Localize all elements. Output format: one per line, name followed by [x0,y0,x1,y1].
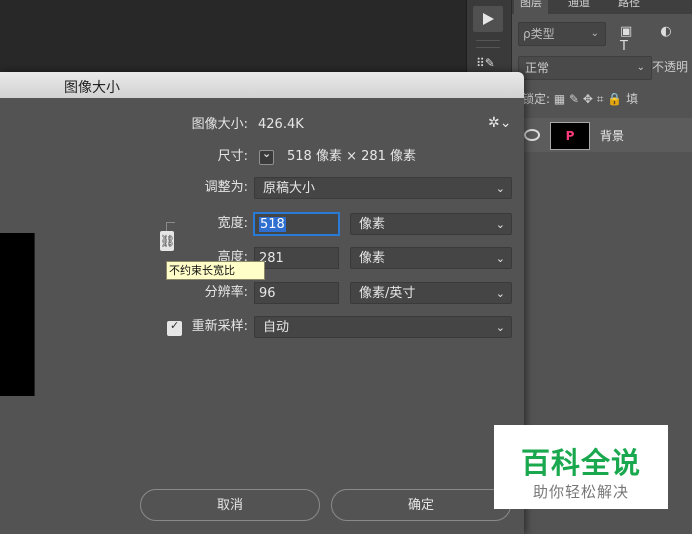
dimensions-value: 518 像素 × 281 像素 [287,149,417,164]
tab-layers[interactable]: 图层 [514,0,548,14]
resample-value: 自动 [263,320,290,335]
document-canvas-area [0,0,466,72]
resample-select[interactable]: 自动 ⌄ [254,316,512,338]
chevron-down-icon: ⌄ [495,182,505,195]
lock-controls: 锁定: ▦ ✎ ✥ ⌗ 🔒 填 [522,90,638,107]
chevron-down-icon: ⌄ [495,321,505,334]
gear-icon[interactable]: ✲⌄ [488,115,511,131]
image-size-label: 图像大小: [191,117,248,132]
resolution-label: 分辨率: [204,285,248,300]
play-icon [483,13,494,25]
resample-label: 重新采样: [191,319,248,334]
resolution-unit: 像素/英寸 [359,286,416,301]
chevron-down-icon: ⌄ [590,28,599,39]
width-input[interactable]: 518 [254,213,339,235]
tab-channels[interactable]: 通道 [562,0,596,14]
width-label: 宽度: [217,216,248,231]
lock-label: 锁定: [522,92,551,106]
layer-filter-select[interactable]: ρ类型 ⌄ [518,22,606,46]
play-button[interactable] [473,6,503,32]
filter-icons[interactable]: ▣ ◐ T [620,24,692,54]
dialog-title: 图像大小 [64,80,120,96]
fit-to-select[interactable]: 原稿大小 ⌄ [254,177,512,199]
height-unit: 像素 [359,251,386,266]
resolution-unit-select[interactable]: 像素/英寸 ⌄ [350,282,512,304]
layer-thumb-text: P [565,129,575,143]
chevron-down-icon: ⌄ [495,252,505,265]
blend-mode-select[interactable]: 正常 ⌄ [518,56,652,80]
height-input[interactable]: 281 [254,247,339,269]
image-preview[interactable] [0,233,35,396]
resolution-value: 96 [259,286,276,301]
watermark-subtitle: 助你轻松解决 [532,483,629,501]
chevron-down-icon: ⌄ [262,147,272,160]
width-unit-select[interactable]: 像素 ⌄ [350,213,512,235]
width-value: 518 [259,217,286,232]
resolution-input[interactable]: 96 [254,282,339,304]
chevron-down-icon: ⌄ [495,287,505,300]
width-unit: 像素 [359,217,386,232]
cancel-button[interactable]: 取消 [140,489,320,521]
dock-grip-handle[interactable] [476,40,500,48]
blend-mode-label: 正常 [525,61,550,75]
layer-name[interactable]: 背景 [600,127,624,144]
chevron-down-icon: ⌄ [495,218,505,231]
eye-icon[interactable] [524,129,540,141]
watermark-title: 百科全说 [520,446,641,480]
dimensions-unit-toggle[interactable]: ⌄ [259,147,274,165]
fit-to-value: 原稿大小 [263,181,316,196]
ok-button[interactable]: 确定 [331,489,511,521]
height-unit-select[interactable]: 像素 ⌄ [350,247,512,269]
layer-thumbnail: P [550,122,590,150]
chevron-down-icon: ⌄ [636,62,645,73]
filter-kind-label: ρ类型 [523,27,555,41]
opacity-label: 不透明 [652,60,689,74]
tab-paths[interactable]: 路径 [612,0,646,14]
fit-to-label: 调整为: [204,180,248,195]
lock-icons[interactable]: ▦ ✎ ✥ ⌗ 🔒 填 [554,92,638,106]
dimensions-label: 尺寸: [217,149,248,164]
image-size-value: 426.4K [258,117,304,132]
constrain-tooltip: 不约束长宽比 [166,261,265,280]
